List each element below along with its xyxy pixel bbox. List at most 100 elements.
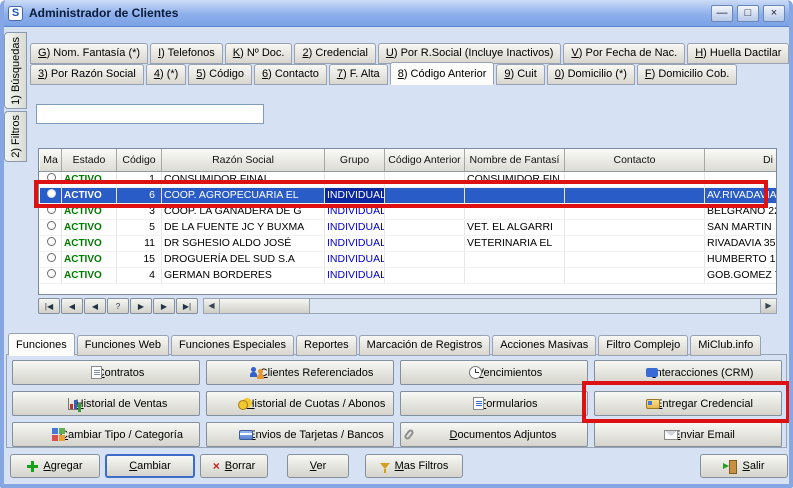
paperclip-icon bbox=[403, 428, 415, 440]
column-header-razon-social[interactable]: Razón Social bbox=[162, 149, 325, 171]
horizontal-scrollbar[interactable]: ◀ ▶ bbox=[203, 298, 777, 314]
function-button-cambiar-tipo-categoria[interactable]: Cambiar Tipo / Categoría bbox=[12, 422, 200, 447]
search-tab-asterisco[interactable]: 4) (*) bbox=[146, 64, 186, 85]
search-tab-domicilio-cob[interactable]: F) Domicilio Cob. bbox=[637, 64, 737, 85]
exit-button[interactable]: Salir bbox=[700, 454, 788, 478]
sidebar-tab-busquedas[interactable]: 1) Búsquedas bbox=[4, 32, 27, 109]
search-tab-domicilio[interactable]: 0) Domicilio (*) bbox=[547, 64, 635, 85]
cell-grupo: INDIVIDUAL bbox=[325, 267, 385, 283]
function-button-historial-ventas[interactable]: Historial de Ventas bbox=[12, 391, 200, 416]
search-tab-nom-fantasia[interactable]: G) Nom. Fantasía (*) bbox=[30, 43, 148, 64]
record-nav-first-button[interactable]: |◀ bbox=[38, 298, 60, 314]
table-row-selected[interactable]: ACTIVO 6 COOP. AGROPECUARIA EL INDIVIDUA… bbox=[40, 187, 778, 203]
row-radio-icon[interactable] bbox=[47, 253, 56, 262]
function-button-documentos-adjuntos[interactable]: Documentos Adjuntos bbox=[400, 422, 588, 447]
record-nav-next-button[interactable]: ▶ bbox=[130, 298, 152, 314]
scroll-track[interactable] bbox=[310, 299, 760, 313]
function-button-interacciones-crm[interactable]: Interacciones (CRM) bbox=[594, 360, 782, 385]
row-radio-icon[interactable] bbox=[47, 269, 56, 278]
row-radio-icon[interactable] bbox=[47, 205, 56, 214]
edit-button[interactable]: Cambiar bbox=[105, 454, 195, 478]
search-tab-nro-doc[interactable]: K) Nº Doc. bbox=[225, 43, 293, 64]
cell-fantasia: VET. EL ALGARRI bbox=[465, 219, 565, 235]
cell-contacto bbox=[565, 203, 705, 219]
table-row[interactable]: ACTIVO 15 DROGUERÍA DEL SUD S.A INDIVIDU… bbox=[40, 251, 778, 267]
function-tab-acciones-masivas[interactable]: Acciones Masivas bbox=[492, 335, 596, 356]
record-nav-last-button[interactable]: ▶| bbox=[176, 298, 198, 314]
row-radio-icon[interactable] bbox=[47, 173, 56, 182]
function-tab-reportes[interactable]: Reportes bbox=[296, 335, 357, 356]
filter-funnel-icon bbox=[380, 463, 390, 469]
search-tab-codigo-anterior[interactable]: 8) Código Anterior bbox=[390, 62, 495, 85]
add-button[interactable]: Agregar bbox=[10, 454, 100, 478]
function-button-vencimientos[interactable]: Vencimientos bbox=[400, 360, 588, 385]
cell-codigo-anterior bbox=[385, 235, 465, 251]
function-button-label: Historial de Ventas bbox=[76, 398, 168, 410]
column-header-ma[interactable]: Ma bbox=[40, 149, 62, 171]
search-tab-por-fecha-nac[interactable]: V) Por Fecha de Nac. bbox=[563, 43, 685, 64]
function-tab-miclub-info[interactable]: MiClub.info bbox=[690, 335, 761, 356]
titlebar[interactable]: S Administrador de Clientes — □ × bbox=[0, 0, 793, 27]
scroll-thumb[interactable] bbox=[220, 299, 310, 313]
column-header-codigo-anterior[interactable]: Código Anterior bbox=[385, 149, 465, 171]
search-input[interactable] bbox=[36, 104, 264, 124]
more-filters-button[interactable]: Mas Filtros bbox=[365, 454, 463, 478]
search-tabs-row-1: G) Nom. Fantasía (*) I) Telefonos K) Nº … bbox=[30, 43, 791, 64]
view-button[interactable]: Ver bbox=[287, 454, 349, 478]
function-button-formularios[interactable]: Formularios bbox=[400, 391, 588, 416]
function-button-label: Entregar Credencial bbox=[655, 398, 753, 410]
search-tab-huella-dactilar[interactable]: H) Huella Dactilar bbox=[687, 43, 789, 64]
search-tab-credencial[interactable]: 2) Credencial bbox=[294, 43, 375, 64]
function-button-clientes-referenciados[interactable]: Clientes Referenciados bbox=[206, 360, 394, 385]
column-header-codigo[interactable]: Código bbox=[117, 149, 162, 171]
function-tab-funciones[interactable]: Funciones bbox=[8, 333, 75, 356]
row-radio-icon[interactable] bbox=[47, 237, 56, 246]
column-header-estado[interactable]: Estado bbox=[62, 149, 117, 171]
restore-button[interactable]: □ bbox=[737, 5, 759, 22]
table-row[interactable]: ACTIVO 1 CONSUMIDOR FINAL CONSUMIDOR FIN bbox=[40, 171, 778, 187]
search-tab-f-alta[interactable]: 7) F. Alta bbox=[329, 64, 388, 85]
column-header-nombre-fantasia[interactable]: Nombre de Fantasí bbox=[465, 149, 565, 171]
function-tab-marcacion-registros[interactable]: Marcación de Registros bbox=[359, 335, 491, 356]
record-nav-next-page-button[interactable]: ▶ bbox=[153, 298, 175, 314]
column-header-grupo[interactable]: Grupo bbox=[325, 149, 385, 171]
function-button-contratos[interactable]: Contratos bbox=[12, 360, 200, 385]
function-tab-filtro-complejo[interactable]: Filtro Complejo bbox=[598, 335, 688, 356]
table-row[interactable]: ACTIVO 4 GERMAN BORDERES INDIVIDUAL GOB.… bbox=[40, 267, 778, 283]
table-row[interactable]: ACTIVO 3 COOP. LA GANADERA DE G INDIVIDU… bbox=[40, 203, 778, 219]
record-nav-search-button[interactable]: ? bbox=[107, 298, 129, 314]
close-button[interactable]: × bbox=[763, 5, 785, 22]
function-button-envios-tarjetas-bancos[interactable]: Envios de Tarjetas / Bancos bbox=[206, 422, 394, 447]
sidebar-tab-busquedas-label: 1) Búsquedas bbox=[10, 37, 22, 105]
record-nav-prev-button[interactable]: ◀ bbox=[84, 298, 106, 314]
minimize-button[interactable]: — bbox=[711, 5, 733, 22]
delete-button[interactable]: × Borrar bbox=[200, 454, 268, 478]
function-tab-funciones-especiales[interactable]: Funciones Especiales bbox=[171, 335, 294, 356]
function-button-entregar-credencial[interactable]: Entregar Credencial bbox=[594, 391, 782, 416]
column-header-direccion[interactable]: Di bbox=[705, 149, 778, 171]
search-tab-contacto[interactable]: 6) Contacto bbox=[254, 64, 327, 85]
scroll-left-icon[interactable]: ◀ bbox=[204, 299, 220, 313]
cell-contacto bbox=[565, 187, 705, 203]
credential-card-icon bbox=[646, 399, 660, 409]
sales-chart-icon bbox=[68, 398, 81, 410]
record-navigator: |◀ ◀ ◀ ? ▶ ▶ ▶| ◀ ▶ bbox=[38, 298, 777, 315]
search-tab-cuit[interactable]: 9) Cuit bbox=[496, 64, 544, 85]
record-nav-prev-page-button[interactable]: ◀ bbox=[61, 298, 83, 314]
search-tab-por-rsocial[interactable]: U) Por R.Social (Incluye Inactivos) bbox=[378, 43, 562, 64]
table-row[interactable]: ACTIVO 11 DR SGHESIO ALDO JOSÉ INDIVIDUA… bbox=[40, 235, 778, 251]
row-radio-icon[interactable] bbox=[47, 189, 56, 198]
scroll-right-icon[interactable]: ▶ bbox=[760, 299, 776, 313]
column-header-contacto[interactable]: Contacto bbox=[565, 149, 705, 171]
function-button-enviar-email[interactable]: Enviar Email bbox=[594, 422, 782, 447]
search-tab-telefonos[interactable]: I) Telefonos bbox=[150, 43, 223, 64]
sidebar-tab-filtros[interactable]: 2) Filtros bbox=[4, 111, 27, 162]
search-tab-por-razon-social[interactable]: 3) Por Razón Social bbox=[30, 64, 144, 85]
table-row[interactable]: ACTIVO 5 DE LA FUENTE JC Y BUXMA INDIVID… bbox=[40, 219, 778, 235]
function-tab-funciones-web[interactable]: Funciones Web bbox=[77, 335, 169, 356]
cell-codigo-anterior bbox=[385, 251, 465, 267]
function-button-historial-cuotas[interactable]: Historial de Cuotas / Abonos bbox=[206, 391, 394, 416]
cell-codigo: 11 bbox=[117, 235, 162, 251]
row-radio-icon[interactable] bbox=[47, 221, 56, 230]
search-tab-codigo[interactable]: 5) Código bbox=[188, 64, 252, 85]
